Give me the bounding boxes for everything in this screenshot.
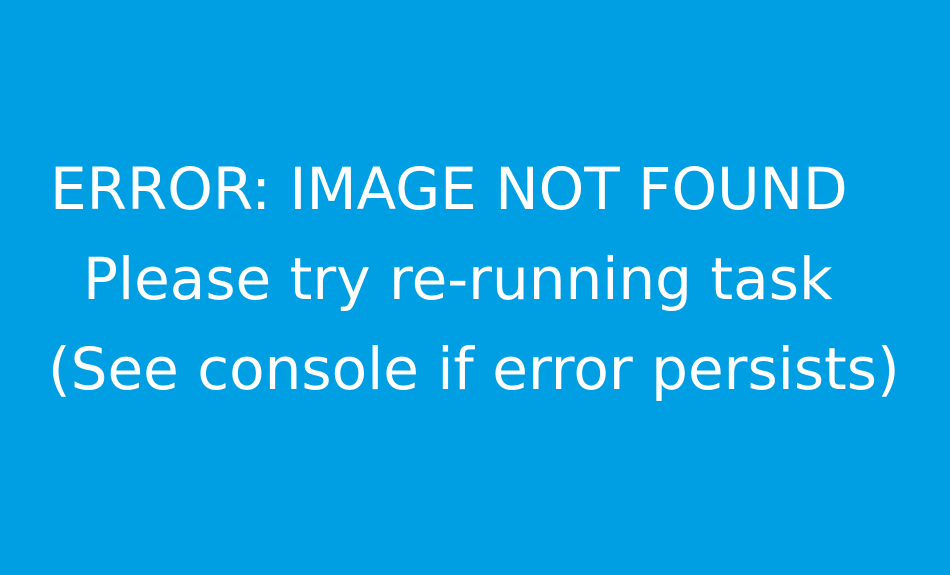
- error-title: ERROR: IMAGE NOT FOUND: [50, 155, 848, 223]
- console-hint: (See console if error persists): [48, 335, 900, 403]
- error-screen: { "background_color": "#009fe3", "text_c…: [0, 0, 950, 575]
- retry-instruction: Please try re-running task: [83, 245, 833, 313]
